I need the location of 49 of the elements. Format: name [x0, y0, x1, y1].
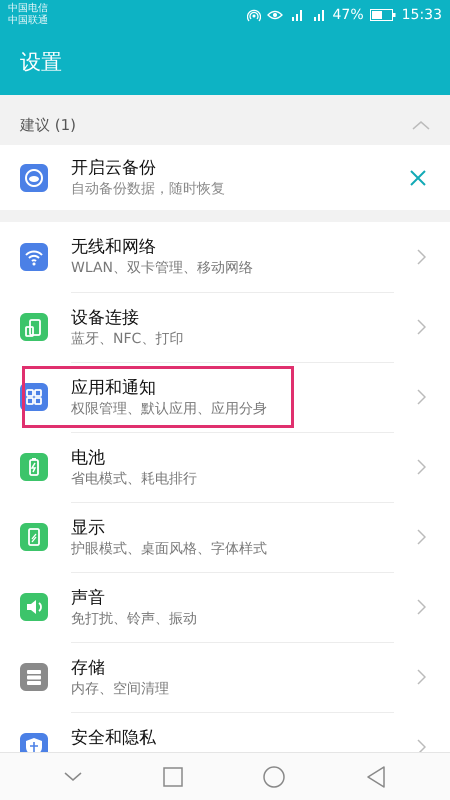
- item-subtitle: 省电模式、耗电排行: [71, 470, 198, 488]
- settings-item[interactable]: 存储 内存、空间清理: [0, 642, 450, 712]
- item-title: 设备连接: [71, 306, 140, 328]
- item-title: 显示: [71, 516, 106, 538]
- item-title: 存储: [71, 656, 106, 678]
- chevron-right-icon: [417, 319, 426, 335]
- settings-item[interactable]: 电池 省电模式、耗电排行: [0, 432, 450, 502]
- item-subtitle: 免打扰、铃声、振动: [71, 610, 198, 628]
- item-subtitle: 权限管理、默认应用、应用分身: [71, 400, 268, 418]
- suggestion-card[interactable]: 开启云备份 自动备份数据，随时恢复: [0, 145, 450, 210]
- carrier-name: 中国电信: [8, 3, 48, 14]
- item-title: 无线和网络: [71, 236, 157, 258]
- item-subtitle: 内存、空间清理: [71, 680, 170, 698]
- item-title: 安全和隐私: [71, 726, 157, 748]
- settings-item[interactable]: 显示 护眼模式、桌面风格、字体样式: [0, 502, 450, 572]
- square-icon[interactable]: [162, 766, 183, 786]
- cloud-sync-icon: [20, 164, 48, 192]
- chevron-right-icon: [417, 389, 426, 405]
- settings-item[interactable]: 设备连接 蓝牙、NFC、打印: [0, 292, 450, 362]
- battery-percent: 47%: [332, 6, 364, 24]
- close-icon[interactable]: [410, 170, 426, 186]
- section-header: 建议 (1): [20, 114, 76, 136]
- chevron-right-icon: [417, 599, 426, 615]
- item-subtitle: 自动备份数据，随时恢复: [71, 180, 226, 198]
- item-subtitle: WLAN、双卡管理、移动网络: [71, 259, 254, 278]
- chevron-right-icon: [417, 669, 426, 685]
- battery-icon: [370, 9, 396, 21]
- chevron-right-icon: [417, 529, 426, 545]
- chevron-right-icon: [417, 739, 426, 752]
- item-subtitle: 蓝牙、NFC、打印: [71, 330, 184, 348]
- settings-item[interactable]: 无线和网络 WLAN、双卡管理、移动网络: [0, 222, 450, 292]
- page-title: 设置: [20, 48, 62, 76]
- hotspot-icon: [246, 8, 261, 22]
- item-title: 声音: [71, 586, 106, 608]
- chevron-right-icon: [417, 249, 426, 265]
- settings-item[interactable]: 声音 免打扰、铃声、振动: [0, 572, 450, 642]
- carrier-name: 中国联通: [8, 15, 48, 27]
- settings-item[interactable]: 应用和通知 权限管理、默认应用、应用分身: [0, 362, 450, 432]
- chevron-up-icon[interactable]: [412, 120, 430, 130]
- item-subtitle: 护眼模式、桌面风格、字体样式: [71, 540, 268, 558]
- item-title: 应用和通知: [71, 376, 157, 398]
- eye-icon: [266, 9, 283, 21]
- clock: 15:33: [402, 6, 442, 24]
- home-icon[interactable]: [263, 766, 286, 788]
- chevron-down-icon[interactable]: [64, 772, 82, 782]
- item-title: 开启云备份: [71, 156, 157, 178]
- chevron-right-icon: [417, 459, 426, 475]
- item-title: 电池: [71, 446, 106, 468]
- back-icon[interactable]: [366, 766, 386, 788]
